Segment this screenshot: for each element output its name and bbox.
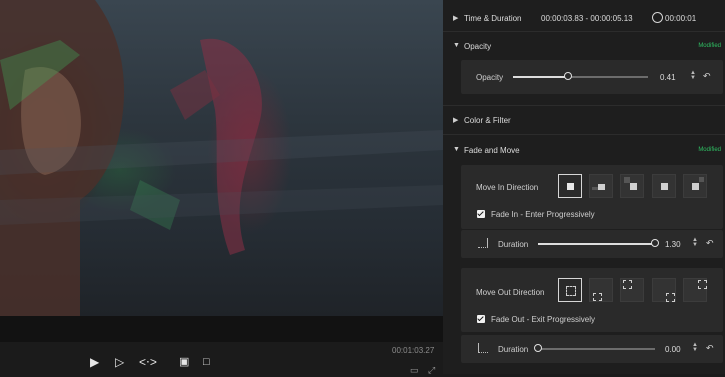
in-duration-slider-fill: [538, 243, 655, 245]
section-title: Fade and Move: [464, 146, 520, 155]
modified-badge: Modified: [698, 43, 721, 49]
opacity-value[interactable]: 0.41: [660, 73, 676, 82]
fade-in-checkbox[interactable]: [477, 210, 485, 218]
reset-icon[interactable]: ↶: [706, 238, 714, 249]
move-in-top-button[interactable]: [620, 174, 644, 198]
move-out-bottom-button[interactable]: [683, 278, 707, 302]
current-timecode: 00:01:03.27: [392, 346, 435, 355]
stepper-icon[interactable]: ▲ ▼: [692, 342, 698, 353]
move-in-label: Move In Direction: [476, 183, 539, 192]
divider: [443, 134, 725, 135]
in-duration-value[interactable]: 1.30: [665, 240, 681, 249]
duration-icon: [478, 238, 488, 248]
out-duration-value[interactable]: 0.00: [665, 345, 681, 354]
snapshot-icon[interactable]: ▭: [410, 363, 419, 377]
prev-frame-icon[interactable]: ▶: [90, 355, 99, 369]
section-title: Time & Duration: [464, 14, 522, 23]
opacity-label: Opacity: [476, 73, 504, 82]
out-duration-slider-track[interactable]: [538, 348, 655, 350]
stopwatch-icon: [652, 12, 663, 23]
play-icon[interactable]: ▷: [115, 355, 124, 369]
in-duration-label: Duration: [498, 240, 529, 249]
opacity-slider-fill: [513, 76, 568, 78]
chevron-down-icon: ▼: [453, 146, 460, 153]
chevron-down-icon: ▼: [453, 42, 460, 49]
fade-out-checkbox[interactable]: [477, 315, 485, 323]
duration-icon: [478, 343, 488, 353]
video-frame-art: [0, 0, 443, 316]
section-title: Opacity: [464, 42, 492, 51]
move-in-left-button[interactable]: [589, 174, 613, 198]
reset-icon[interactable]: ↶: [706, 343, 714, 354]
section-fade-move[interactable]: ▼ Fade and Move Modified: [443, 136, 725, 164]
section-color-filter[interactable]: ▶ Color & Filter: [443, 106, 725, 134]
section-time-duration[interactable]: ▶ Time & Duration 00:00:03.83 - 00:00:05…: [443, 4, 725, 32]
fade-out-label: Fade Out - Exit Progressively: [491, 315, 596, 324]
move-out-left-button[interactable]: [589, 278, 613, 302]
move-out-top-button[interactable]: [620, 278, 644, 302]
preview-timeline-bar: [0, 316, 443, 342]
modified-badge: Modified: [698, 147, 721, 153]
render-icon[interactable]: □: [203, 355, 210, 369]
out-duration-label: Duration: [498, 345, 529, 354]
opacity-slider-knob[interactable]: [564, 72, 572, 80]
out-duration-slider-knob[interactable]: [534, 344, 542, 352]
in-duration-slider-knob[interactable]: [651, 239, 659, 247]
move-out-right-button[interactable]: [652, 278, 676, 302]
move-out-none-button[interactable]: [558, 278, 582, 302]
fade-in-label: Fade In - Enter Progressively: [491, 210, 595, 219]
player-controls: [0, 342, 443, 374]
markers-icon[interactable]: ▣: [179, 355, 189, 369]
section-title: Color & Filter: [464, 116, 511, 125]
move-in-none-button[interactable]: [558, 174, 582, 198]
duration-value: 00:00:01: [665, 14, 697, 23]
chevron-right-icon: ▶: [453, 15, 459, 22]
time-range: 00:00:03.83 - 00:00:05.13: [541, 14, 633, 23]
reset-icon[interactable]: ↶: [703, 71, 711, 82]
move-in-right-button[interactable]: [652, 174, 676, 198]
trim-icon[interactable]: <⋅>: [139, 355, 157, 369]
stepper-icon[interactable]: ▲ ▼: [690, 70, 696, 81]
chevron-right-icon: ▶: [453, 117, 459, 124]
stepper-icon[interactable]: ▲ ▼: [692, 237, 698, 248]
video-preview[interactable]: [0, 0, 443, 316]
move-out-label: Move Out Direction: [476, 288, 545, 297]
move-in-bottom-button[interactable]: [683, 174, 707, 198]
section-opacity[interactable]: ▼ Opacity Modified: [443, 32, 725, 60]
fullscreen-icon[interactable]: ⤢: [428, 363, 435, 377]
